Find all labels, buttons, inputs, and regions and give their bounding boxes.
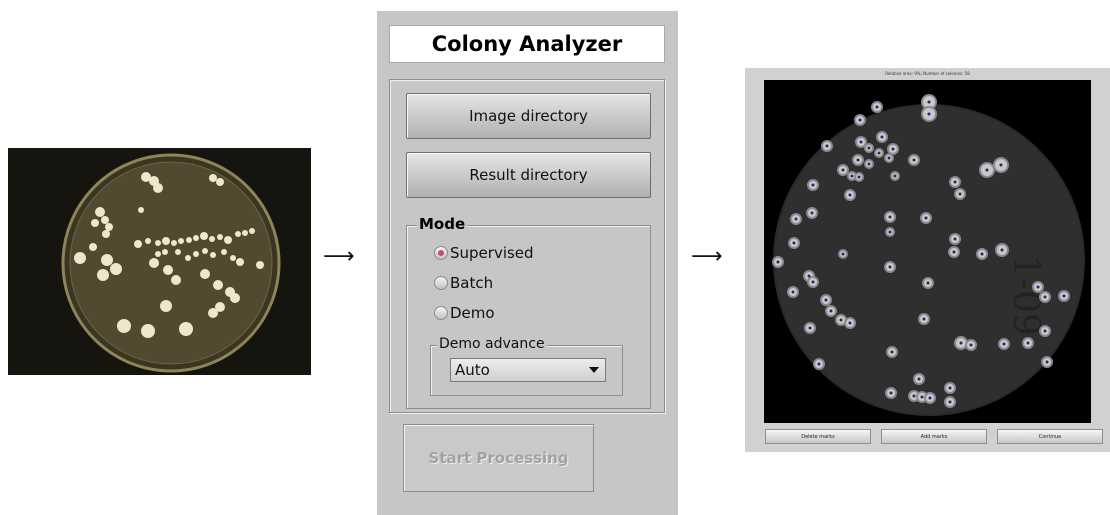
mode-option-batch[interactable]: Batch (434, 274, 493, 292)
chevron-down-icon[interactable] (589, 367, 599, 373)
mode-option-label: Supervised (450, 244, 534, 262)
start-processing-button[interactable]: Start Processing (403, 424, 594, 492)
arrow-to-result: ⟶ (691, 244, 723, 269)
result-title: Relative area: 9%, Number of colonies: 5… (885, 71, 970, 76)
petri-dish-image (8, 148, 311, 375)
radio-unselected-icon[interactable] (434, 276, 448, 290)
result-directory-button[interactable]: Result directory (406, 152, 651, 198)
mode-option-label: Batch (450, 274, 494, 292)
demo-advance-select[interactable]: Auto (450, 358, 606, 382)
radio-unselected-icon[interactable] (434, 306, 448, 320)
petri-dish-photo (8, 148, 311, 375)
demo-advance-legend: Demo advance (437, 336, 547, 352)
radio-selected-icon[interactable] (434, 246, 448, 260)
demo-advance-value: Auto (455, 361, 490, 379)
colony-analyzer-panel: Colony Analyzer Image directory Result d… (377, 11, 678, 515)
delete-marks-button[interactable]: Delete marks (765, 429, 871, 444)
arrow-to-gui: ⟶ (323, 244, 355, 269)
image-directory-button[interactable]: Image directory (406, 93, 651, 139)
mode-group: Mode Supervised Batch Demo Demo advance … (406, 215, 651, 409)
add-marks-button[interactable]: Add marks (881, 429, 987, 444)
app-title: Colony Analyzer (389, 25, 665, 63)
mode-option-supervised[interactable]: Supervised (434, 244, 534, 262)
demo-advance-group: Demo advance Auto (430, 336, 623, 396)
result-window: Relative area: 9%, Number of colonies: 5… (745, 68, 1110, 452)
mode-option-label: Demo (450, 304, 495, 322)
colony-marks-image: 1-09 (764, 80, 1091, 423)
continue-button[interactable]: Continue (997, 429, 1103, 444)
mode-legend: Mode (417, 215, 468, 233)
mode-option-demo[interactable]: Demo (434, 304, 495, 322)
marked-colonies-image: 1-09 (764, 80, 1091, 423)
